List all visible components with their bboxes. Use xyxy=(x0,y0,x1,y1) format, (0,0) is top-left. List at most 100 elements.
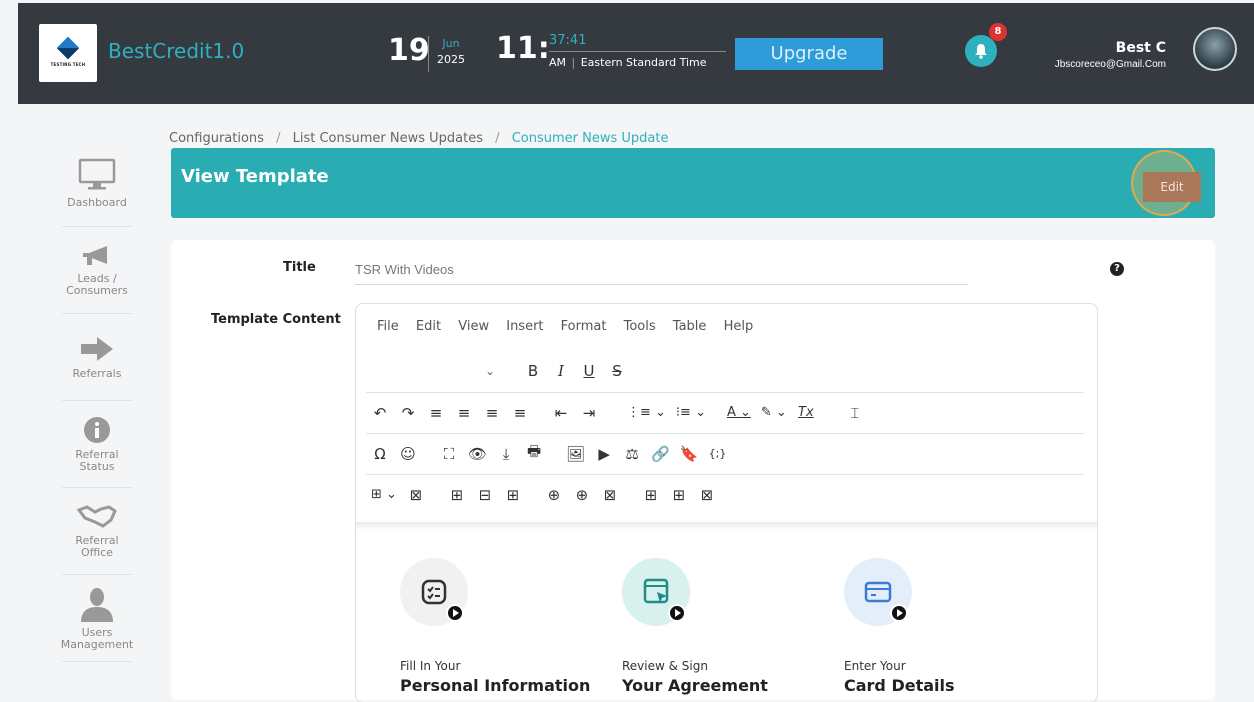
insert-image-button[interactable]: 🖼 xyxy=(566,445,585,463)
bold-button[interactable]: B xyxy=(524,362,542,380)
link-button[interactable]: 🔗 xyxy=(651,445,670,463)
user-icon xyxy=(81,587,113,622)
template-content-label: Template Content xyxy=(211,312,341,327)
justify-button[interactable]: ≡ xyxy=(511,404,529,422)
numbered-list-dropdown[interactable]: ⋮≡ ⌄ xyxy=(627,405,666,420)
clear-format-button[interactable]: Tx xyxy=(797,405,815,420)
row-props-button[interactable]: ⊟ xyxy=(476,486,494,504)
time-zone-line: AM | Eastern Standard Time xyxy=(549,56,707,69)
time-ampm: AM xyxy=(549,56,567,69)
table-dropdown[interactable]: ⊞ ⌄ xyxy=(371,487,397,502)
sidebar-label: Referral Status xyxy=(75,447,119,473)
bookmark-button[interactable]: 🔖 xyxy=(680,445,699,463)
breadcrumb-list-consumer-news[interactable]: List Consumer News Updates xyxy=(293,131,483,146)
user-email: Jbscoreceo@Gmail.Com xyxy=(1054,59,1166,70)
insert-col-after-button[interactable]: ⊞ xyxy=(670,486,688,504)
menu-format[interactable]: Format xyxy=(561,319,607,334)
info-icon xyxy=(84,416,110,443)
insert-row-before-button[interactable]: ⊕ xyxy=(545,486,563,504)
upgrade-button[interactable]: Upgrade xyxy=(735,38,883,70)
code-sample-button[interactable]: {;} xyxy=(708,447,727,460)
brand-name[interactable]: BestCredit1.0 xyxy=(108,39,244,63)
sidebar-item-leads[interactable]: Leads / Consumers xyxy=(62,227,132,314)
page-title: View Template xyxy=(181,166,329,187)
notification-button[interactable] xyxy=(965,35,997,67)
emoji-button[interactable]: ☺ xyxy=(399,445,417,463)
play-icon[interactable] xyxy=(890,604,908,622)
stamp-button[interactable]: ⚖ xyxy=(623,445,641,463)
bullet-list-dropdown[interactable]: ⁝≡ ⌄ xyxy=(676,405,706,420)
page-title-banner: View Template Edit xyxy=(171,148,1215,218)
feature-step: Enter Your Card Details xyxy=(844,558,1044,695)
sidebar-item-referrals[interactable]: Referrals xyxy=(62,314,132,401)
delete-col-button[interactable]: ⊠ xyxy=(698,486,716,504)
preview-button[interactable]: 👁 xyxy=(468,445,487,463)
user-name[interactable]: Best C xyxy=(1116,40,1166,56)
insert-media-button[interactable]: ▶ xyxy=(595,445,613,463)
underline-button[interactable]: U xyxy=(580,362,598,380)
help-icon[interactable]: ? xyxy=(1110,262,1124,276)
fullscreen-button[interactable]: ⛶ xyxy=(440,445,458,463)
feature-subtitle: Fill In Your xyxy=(400,659,461,673)
special-char-button[interactable]: Ω xyxy=(371,445,389,463)
italic-button[interactable]: I xyxy=(552,362,570,380)
feature-title: Personal Information xyxy=(400,676,591,695)
download-button[interactable]: ⤓ xyxy=(497,445,515,463)
sidebar: Dashboard Leads / Consumers Referrals Re… xyxy=(60,140,134,662)
menu-table[interactable]: Table xyxy=(673,319,707,334)
align-center-button[interactable]: ≡ xyxy=(455,404,473,422)
time-minutes: 37:41 xyxy=(549,33,587,48)
align-left-button[interactable]: ≡ xyxy=(427,404,445,422)
time-divider xyxy=(549,51,726,52)
insert-col-before-button[interactable]: ⊞ xyxy=(642,486,660,504)
play-icon[interactable] xyxy=(446,604,464,622)
menu-file[interactable]: File xyxy=(377,319,399,334)
indent-button[interactable]: ⇥ xyxy=(580,404,598,422)
sidebar-item-users-management[interactable]: Users Management xyxy=(60,575,134,662)
edit-button[interactable]: Edit xyxy=(1143,172,1201,202)
checklist-icon xyxy=(400,558,468,626)
highlight-color-dropdown[interactable]: ✎ ⌄ xyxy=(761,405,787,420)
breadcrumb-current: Consumer News Update xyxy=(511,131,669,146)
company-logo[interactable]: TESTING TECH xyxy=(39,24,97,82)
date-divider xyxy=(428,36,429,72)
outdent-button[interactable]: ⇤ xyxy=(552,404,570,422)
monitor-icon xyxy=(78,158,116,189)
menu-tools[interactable]: Tools xyxy=(624,319,656,334)
sign-document-icon xyxy=(622,558,690,626)
font-size-dropdown[interactable]: ⌄ xyxy=(481,364,499,378)
user-avatar[interactable] xyxy=(1193,27,1237,71)
menu-edit[interactable]: Edit xyxy=(416,319,441,334)
print-button[interactable]: 🖶 xyxy=(525,441,543,466)
rich-text-editor: File Edit View Insert Format Tools Table… xyxy=(355,303,1098,702)
redo-button[interactable]: ↷ xyxy=(399,404,417,422)
sidebar-label: Leads / Consumers xyxy=(66,271,128,297)
delete-table-button[interactable]: ⊠ xyxy=(407,486,425,504)
sidebar-item-referral-status[interactable]: Referral Status xyxy=(62,401,132,488)
toolbar-row-format: ⌄ B I U S xyxy=(366,351,1084,391)
menu-help[interactable]: Help xyxy=(724,319,754,334)
title-input[interactable] xyxy=(355,254,968,285)
table-props-button[interactable]: ⊞ xyxy=(448,486,466,504)
text-color-dropdown[interactable]: A ⌄ xyxy=(727,405,751,420)
breadcrumb-configurations[interactable]: Configurations xyxy=(169,131,264,146)
undo-button[interactable]: ↶ xyxy=(371,404,389,422)
breadcrumb: Configurations / List Consumer News Upda… xyxy=(169,131,669,146)
sidebar-label: Users Management xyxy=(60,625,134,651)
delete-row-button[interactable]: ⊠ xyxy=(601,486,619,504)
feature-subtitle: Enter Your xyxy=(844,659,906,673)
feature-title: Card Details xyxy=(844,676,955,695)
sidebar-item-dashboard[interactable]: Dashboard xyxy=(62,140,132,227)
insert-row-after-button[interactable]: ⊕ xyxy=(573,486,591,504)
sidebar-item-referral-office[interactable]: Referral Office xyxy=(62,488,132,575)
menu-insert[interactable]: Insert xyxy=(506,319,543,334)
menu-view[interactable]: View xyxy=(458,319,489,334)
cell-props-button[interactable]: ⊞ xyxy=(504,486,522,504)
page-break-button[interactable]: ⌶ xyxy=(846,404,864,422)
feature-title: Your Agreement xyxy=(622,676,768,695)
play-icon[interactable] xyxy=(668,604,686,622)
strikethrough-button[interactable]: S xyxy=(608,362,626,380)
align-right-button[interactable]: ≡ xyxy=(483,404,501,422)
time-hour: 11: xyxy=(496,31,550,66)
sidebar-label: Referrals xyxy=(72,366,122,380)
